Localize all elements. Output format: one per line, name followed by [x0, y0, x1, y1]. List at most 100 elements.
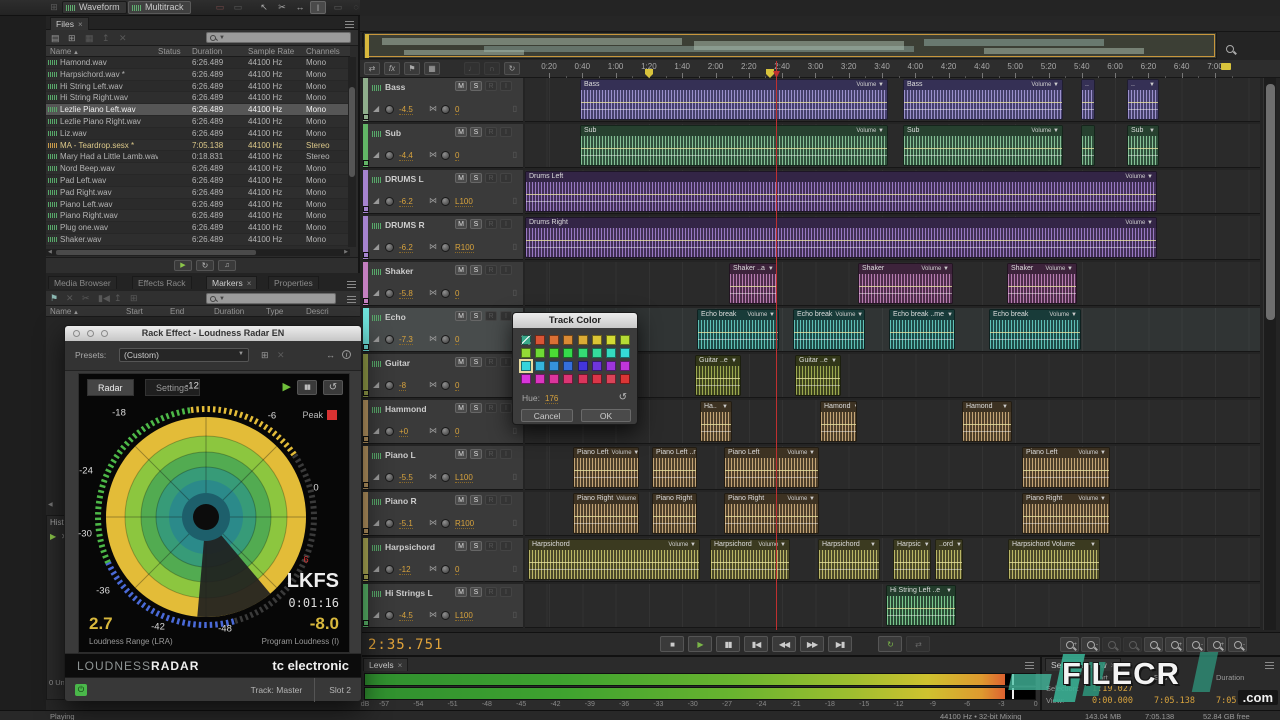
solo-button[interactable]: S: [470, 541, 482, 551]
files-column-header[interactable]: Name ▲StatusDurationSample RateChannels: [46, 46, 350, 57]
volume-value[interactable]: -4.5: [399, 105, 413, 115]
clip-volume-control[interactable]: ▼: [1149, 80, 1155, 90]
track-color-square[interactable]: [363, 620, 369, 626]
pan-knob[interactable]: [441, 289, 450, 298]
track-header[interactable]: BassMSRI◢-4.5⋈0▯: [363, 78, 523, 122]
scrollbar-thumb[interactable]: [1266, 84, 1275, 320]
spectral-view-icon[interactable]: ▭: [212, 1, 228, 14]
mute-button[interactable]: M: [455, 495, 467, 505]
monitor-input-button[interactable]: I: [500, 541, 512, 551]
audio-clip[interactable]: Echo breakVolume ▼: [697, 309, 779, 350]
volume-knob[interactable]: [385, 565, 394, 574]
scroll-right-icon[interactable]: ▶: [344, 249, 348, 256]
markers-column-header[interactable]: Name ▲StartEndDurationTypeDescri: [46, 306, 360, 317]
cancel-button[interactable]: Cancel: [521, 409, 573, 422]
track-name[interactable]: Sub: [385, 128, 401, 138]
file-row[interactable]: Lezlie Piano Right.wav6:26.48944100 HzMo…: [46, 116, 350, 128]
trash-icon[interactable]: ✕: [119, 32, 127, 44]
track-color-square[interactable]: [363, 344, 369, 350]
monitor-icon[interactable]: ∩: [484, 62, 500, 75]
file-row[interactable]: Liz.wav6:26.48944100 HzMono: [46, 128, 350, 140]
pan-value[interactable]: 0: [455, 335, 459, 345]
color-swatch[interactable]: [620, 361, 630, 371]
file-row[interactable]: Piano Right.wav6:26.48944100 HzMono: [46, 210, 350, 222]
pan-value[interactable]: R100: [455, 243, 474, 253]
volume-value[interactable]: -8: [399, 381, 406, 391]
zoom-in-amplitude-button[interactable]: +: [1207, 637, 1226, 652]
clip-volume-control[interactable]: Volume ▼: [1031, 80, 1059, 90]
zoom-out-point-button[interactable]: -: [1081, 637, 1100, 652]
volume-value[interactable]: -7.3: [399, 335, 413, 345]
tab-effects-rack[interactable]: Effects Rack: [132, 276, 192, 289]
power-toggle-icon[interactable]: ⏻: [75, 684, 87, 696]
track-color-square[interactable]: [363, 114, 369, 120]
scrollbar-thumb[interactable]: [56, 250, 256, 255]
color-swatch[interactable]: [535, 361, 545, 371]
color-swatch[interactable]: [620, 348, 630, 358]
clip-volume-control[interactable]: Volume ▼: [747, 310, 775, 320]
audio-clip[interactable]: [1081, 125, 1095, 166]
volume-value[interactable]: -4.4: [399, 151, 413, 161]
time-value[interactable]: 1:19.027: [1092, 684, 1154, 696]
track-name[interactable]: Harpsichord: [385, 542, 435, 552]
preview-loop-button[interactable]: ↻: [196, 260, 214, 271]
volume-knob[interactable]: [385, 151, 394, 160]
clip-volume-control[interactable]: Volume ▼: [668, 540, 696, 550]
razor-icon[interactable]: ✂: [82, 292, 90, 304]
clip-volume-control[interactable]: Volume ▼: [787, 494, 815, 504]
zoom-reset-button[interactable]: [1123, 637, 1142, 652]
audio-clip[interactable]: Piano Right▼: [652, 493, 697, 534]
clip-volume-control[interactable]: ▼: [768, 264, 774, 274]
navigator-left-handle[interactable]: [365, 34, 369, 59]
skip-selection-button[interactable]: ⇄: [906, 636, 930, 652]
stop-button[interactable]: ■: [660, 636, 684, 652]
volume-knob[interactable]: [385, 473, 394, 482]
color-swatch[interactable]: [606, 374, 616, 384]
solo-button[interactable]: S: [470, 403, 482, 413]
color-swatch[interactable]: [606, 335, 616, 345]
monitor-input-button[interactable]: I: [500, 587, 512, 597]
file-row[interactable]: Hamond.wav6:26.48944100 HzMono: [46, 57, 350, 69]
zoom-full-button[interactable]: [1144, 637, 1163, 652]
io-button[interactable]: ▯: [513, 196, 517, 205]
volume-knob[interactable]: [385, 519, 394, 528]
solo-button[interactable]: S: [470, 219, 482, 229]
audio-clip[interactable]: ShakerVolume ▼: [858, 263, 953, 304]
panel-view-icon[interactable]: ▭: [230, 1, 246, 14]
zoom-out-time-button[interactable]: -: [1186, 637, 1205, 652]
audio-clip[interactable]: Echo breakVolume ▼: [989, 309, 1081, 350]
color-swatch[interactable]: [620, 374, 630, 384]
pan-knob[interactable]: [441, 565, 450, 574]
markers-search[interactable]: ▼: [206, 293, 336, 304]
clip-volume-control[interactable]: ▼: [956, 540, 962, 550]
zoom-selection-button[interactable]: [1102, 637, 1121, 652]
arm-record-button[interactable]: R: [485, 403, 497, 413]
scroll-left-icon[interactable]: ◀: [48, 501, 53, 508]
color-swatch[interactable]: [578, 361, 588, 371]
track-name[interactable]: Bass: [385, 82, 405, 92]
mute-button[interactable]: M: [455, 219, 467, 229]
column-header[interactable]: Start: [126, 306, 170, 319]
arm-record-button[interactable]: R: [485, 219, 497, 229]
track-header[interactable]: EchoMSRI◢-7.3⋈0▯: [363, 308, 523, 352]
timeline-marker[interactable]: [645, 69, 653, 78]
volume-value[interactable]: -6.2: [399, 197, 413, 207]
color-swatch[interactable]: [549, 335, 559, 345]
monitor-input-button[interactable]: I: [500, 219, 512, 229]
audio-clip[interactable]: Piano LeftVolume ▼: [573, 447, 639, 488]
track-color-square[interactable]: [363, 390, 369, 396]
track-name[interactable]: DRUMS R: [385, 220, 425, 230]
color-swatch[interactable]: [535, 335, 545, 345]
insert-icon[interactable]: ↥: [114, 292, 122, 304]
arm-record-button[interactable]: R: [485, 173, 497, 183]
track-lane[interactable]: HarpsichordVolume ▼HarpsichordVolume ▼Ha…: [525, 538, 1260, 582]
arm-record-button[interactable]: R: [485, 127, 497, 137]
tab-markers[interactable]: Markers×: [206, 276, 257, 289]
clip-volume-control[interactable]: Volume ▼: [787, 448, 815, 458]
zoom-handle[interactable]: [1221, 63, 1231, 70]
clip-volume-control[interactable]: Volume ▼: [1125, 218, 1153, 228]
loop-icon[interactable]: ↻: [504, 62, 520, 75]
arm-record-button[interactable]: R: [485, 541, 497, 551]
io-button[interactable]: ▯: [513, 610, 517, 619]
pan-value[interactable]: R100: [455, 519, 474, 529]
